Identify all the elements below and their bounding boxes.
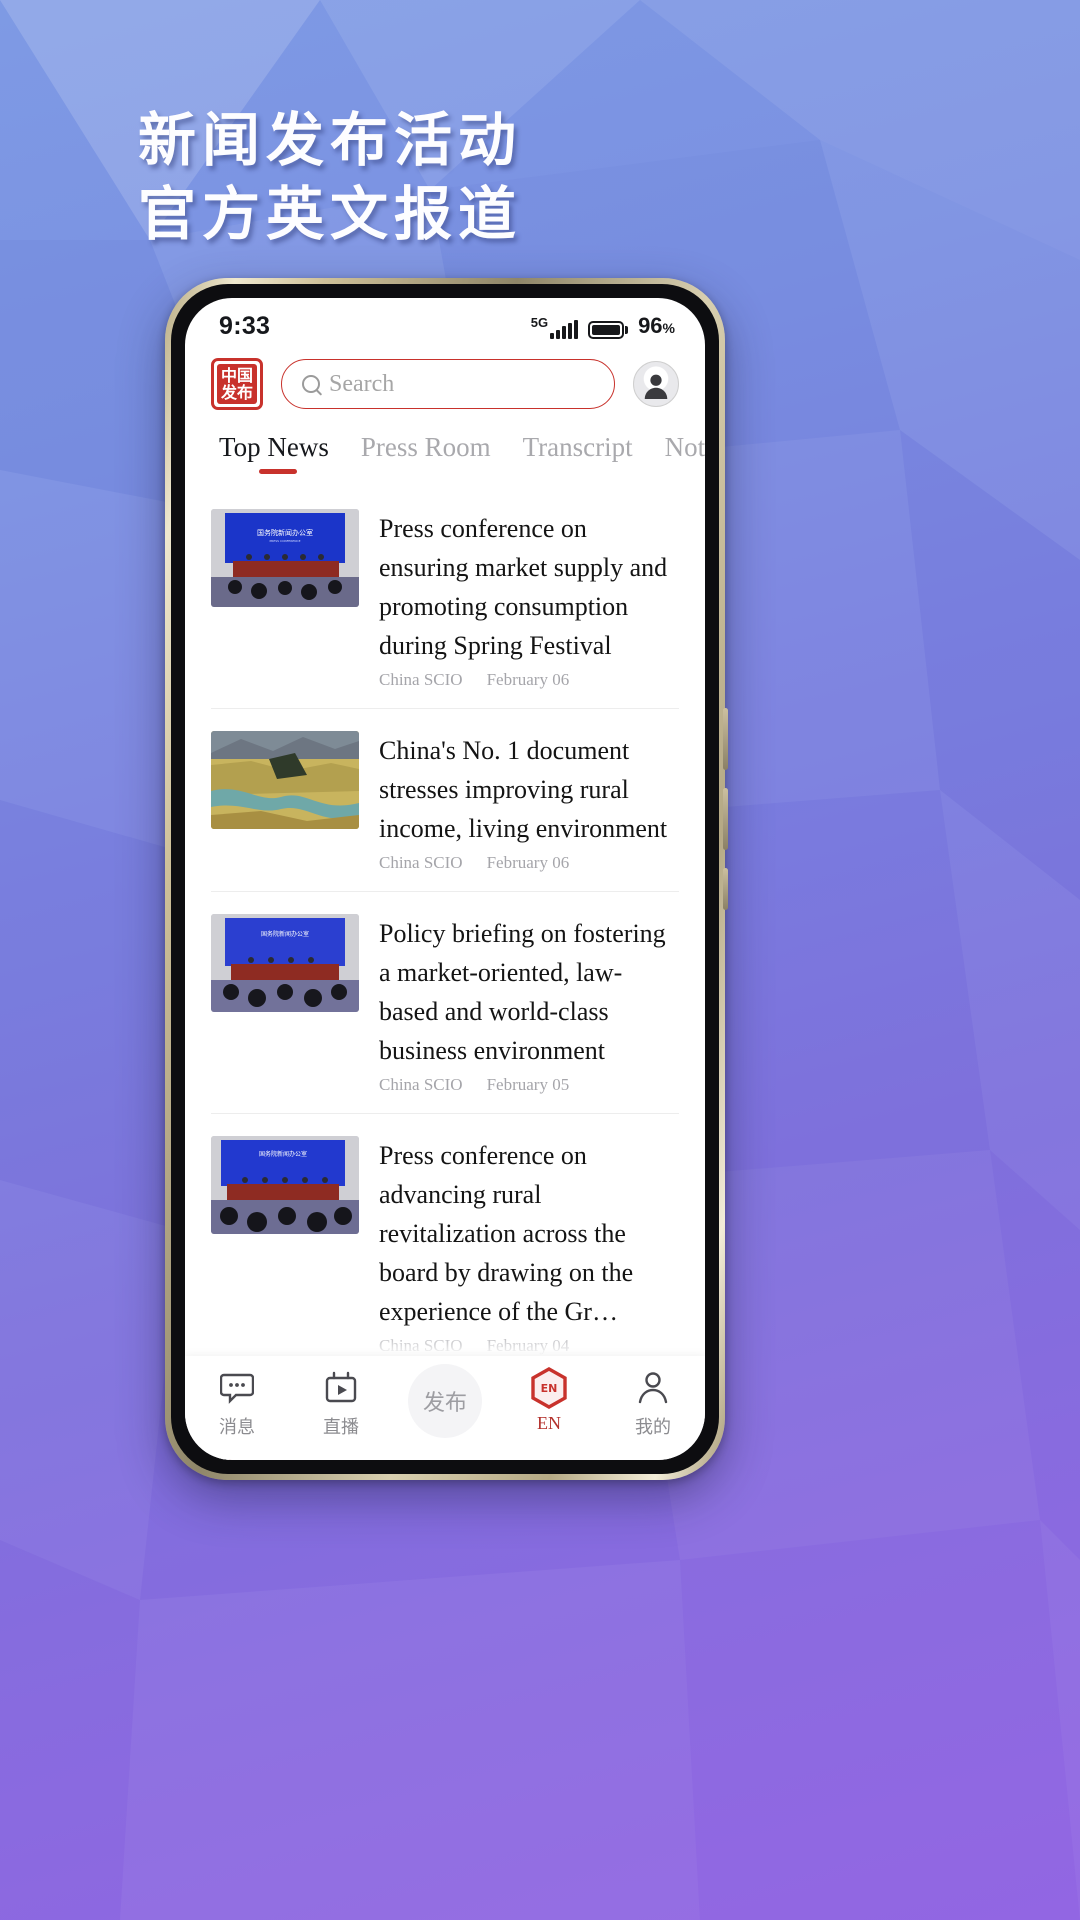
news-list: 国务院新闻办公室 PRESS CONFERENCE Press conferenc… <box>185 487 705 1460</box>
list-item[interactable]: 国务院新闻办公室 PRESS CONFERENCE Press conferenc… <box>211 487 679 709</box>
phone-bezel: 9:33 5G 96% 中国 发布 Search Top News Press … <box>171 284 719 1474</box>
phone-volume-up-button[interactable] <box>723 708 728 770</box>
search-placeholder: Search <box>329 370 395 397</box>
app-logo-line-1: 中国 <box>220 366 253 385</box>
en-hexagon-icon: EN <box>529 1367 569 1409</box>
headline-line-2: 官方英文报道 <box>138 182 523 247</box>
nav-item-live-label: 直播 <box>323 1417 359 1438</box>
news-source: China SCIO <box>379 670 463 689</box>
news-text: Policy briefing on fostering a market-or… <box>379 914 679 1095</box>
phone-power-button[interactable] <box>723 868 728 910</box>
tab-notice-label: Notice <box>664 432 705 462</box>
news-meta: China SCIO February 05 <box>379 1075 679 1095</box>
tab-notice[interactable]: Notice <box>649 432 705 467</box>
battery-icon <box>588 321 625 339</box>
svg-text:PRESS CONFERENCE: PRESS CONFERENCE <box>269 539 300 543</box>
phone-mockup: 9:33 5G 96% 中国 发布 Search Top News Press … <box>165 278 728 1480</box>
search-icon <box>302 375 320 393</box>
svg-text:国务院新闻办公室: 国务院新闻办公室 <box>261 930 309 938</box>
nav-item-en-label: EN <box>537 1413 561 1433</box>
app-logo[interactable]: 中国 发布 <box>211 358 263 410</box>
phone-screen: 9:33 5G 96% 中国 发布 Search Top News Press … <box>185 298 705 1460</box>
search-input[interactable]: Search <box>281 359 615 409</box>
news-title: Press conference on ensuring market supp… <box>379 514 668 660</box>
nav-item-publish-label: 发布 <box>422 1391 467 1416</box>
battery-percent: 96% <box>638 313 675 339</box>
list-item[interactable]: China's No. 1 document stresses improvin… <box>211 709 679 892</box>
status-indicators: 5G 96% <box>531 313 675 339</box>
phone-volume-down-button[interactable] <box>723 788 728 850</box>
news-date: February 06 <box>486 853 570 872</box>
avatar[interactable] <box>633 361 679 407</box>
battery-percent-value: 96 <box>638 313 663 338</box>
headline-line-1: 新闻发布活动 <box>138 108 523 173</box>
percent-symbol: % <box>662 320 675 336</box>
status-time: 9:33 <box>219 311 271 340</box>
live-video-icon <box>325 1370 357 1406</box>
battery-cap-icon <box>625 326 629 334</box>
avatar-glyph-icon <box>644 374 668 399</box>
status-bar: 9:33 5G 96% <box>185 298 705 344</box>
nav-item-publish[interactable]: 发布 <box>393 1364 497 1438</box>
news-text: Press conference on advancing rural revi… <box>379 1136 679 1356</box>
news-thumbnail: 国务院新闻办公室 PRESS CONFERENCE <box>211 509 359 607</box>
nav-item-profile-label: 我的 <box>635 1417 671 1438</box>
svg-text:EN: EN <box>541 1382 558 1395</box>
news-meta: China SCIO February 06 <box>379 670 679 690</box>
app-header: 中国 发布 Search <box>185 344 705 424</box>
news-date: February 05 <box>486 1075 570 1094</box>
nav-item-profile[interactable]: 我的 <box>601 1370 705 1439</box>
app-logo-mark: 中国 发布 <box>217 364 257 404</box>
tab-transcript[interactable]: Transcript <box>507 432 649 467</box>
news-text: China's No. 1 document stresses improvin… <box>379 731 679 873</box>
network-type-label: 5G <box>530 315 549 330</box>
tab-top-news-label: Top News <box>219 432 329 462</box>
bottom-navigation: 消息 直播 发布 EN EN 我的 <box>185 1356 705 1460</box>
tab-active-underline <box>258 469 297 474</box>
nav-item-messages-label: 消息 <box>219 1417 255 1438</box>
nav-item-live[interactable]: 直播 <box>289 1370 393 1439</box>
nav-item-messages[interactable]: 消息 <box>185 1370 289 1439</box>
list-fade-overlay <box>185 1330 705 1356</box>
nav-item-en[interactable]: EN EN <box>497 1367 601 1434</box>
app-logo-line-2: 发布 <box>220 383 253 402</box>
news-title: China's No. 1 document stresses improvin… <box>379 736 668 843</box>
news-meta: China SCIO February 06 <box>379 853 679 873</box>
signal-bars-icon <box>550 320 579 339</box>
news-title: Press conference on advancing rural revi… <box>379 1141 634 1326</box>
tab-press-room-label: Press Room <box>360 432 491 462</box>
poster-headline: 新闻发布活动 官方英文报道 <box>138 104 522 252</box>
news-source: China SCIO <box>379 1075 463 1094</box>
news-thumbnail <box>211 731 359 829</box>
news-date: February 06 <box>486 670 570 689</box>
publish-icon[interactable]: 发布 <box>408 1364 482 1438</box>
svg-text:国务院新闻办公室: 国务院新闻办公室 <box>257 528 313 537</box>
news-text: Press conference on ensuring market supp… <box>379 509 679 690</box>
news-title: Policy briefing on fostering a market-or… <box>379 919 666 1065</box>
news-thumbnail: 国务院新闻办公室 <box>211 914 359 1012</box>
chat-bubble-icon <box>220 1370 254 1406</box>
tab-press-room[interactable]: Press Room <box>345 432 507 467</box>
tab-transcript-label: Transcript <box>522 432 633 462</box>
news-thumbnail: 国务院新闻办公室 <box>211 1136 359 1234</box>
category-tabs: Top News Press Room Transcript Notice <box>185 424 705 474</box>
person-icon <box>637 1370 669 1406</box>
svg-text:国务院新闻办公室: 国务院新闻办公室 <box>259 1150 307 1158</box>
list-item[interactable]: 国务院新闻办公室 Policy briefing on fostering a … <box>211 892 679 1114</box>
tab-top-news[interactable]: Top News <box>211 432 345 474</box>
news-source: China SCIO <box>379 853 463 872</box>
